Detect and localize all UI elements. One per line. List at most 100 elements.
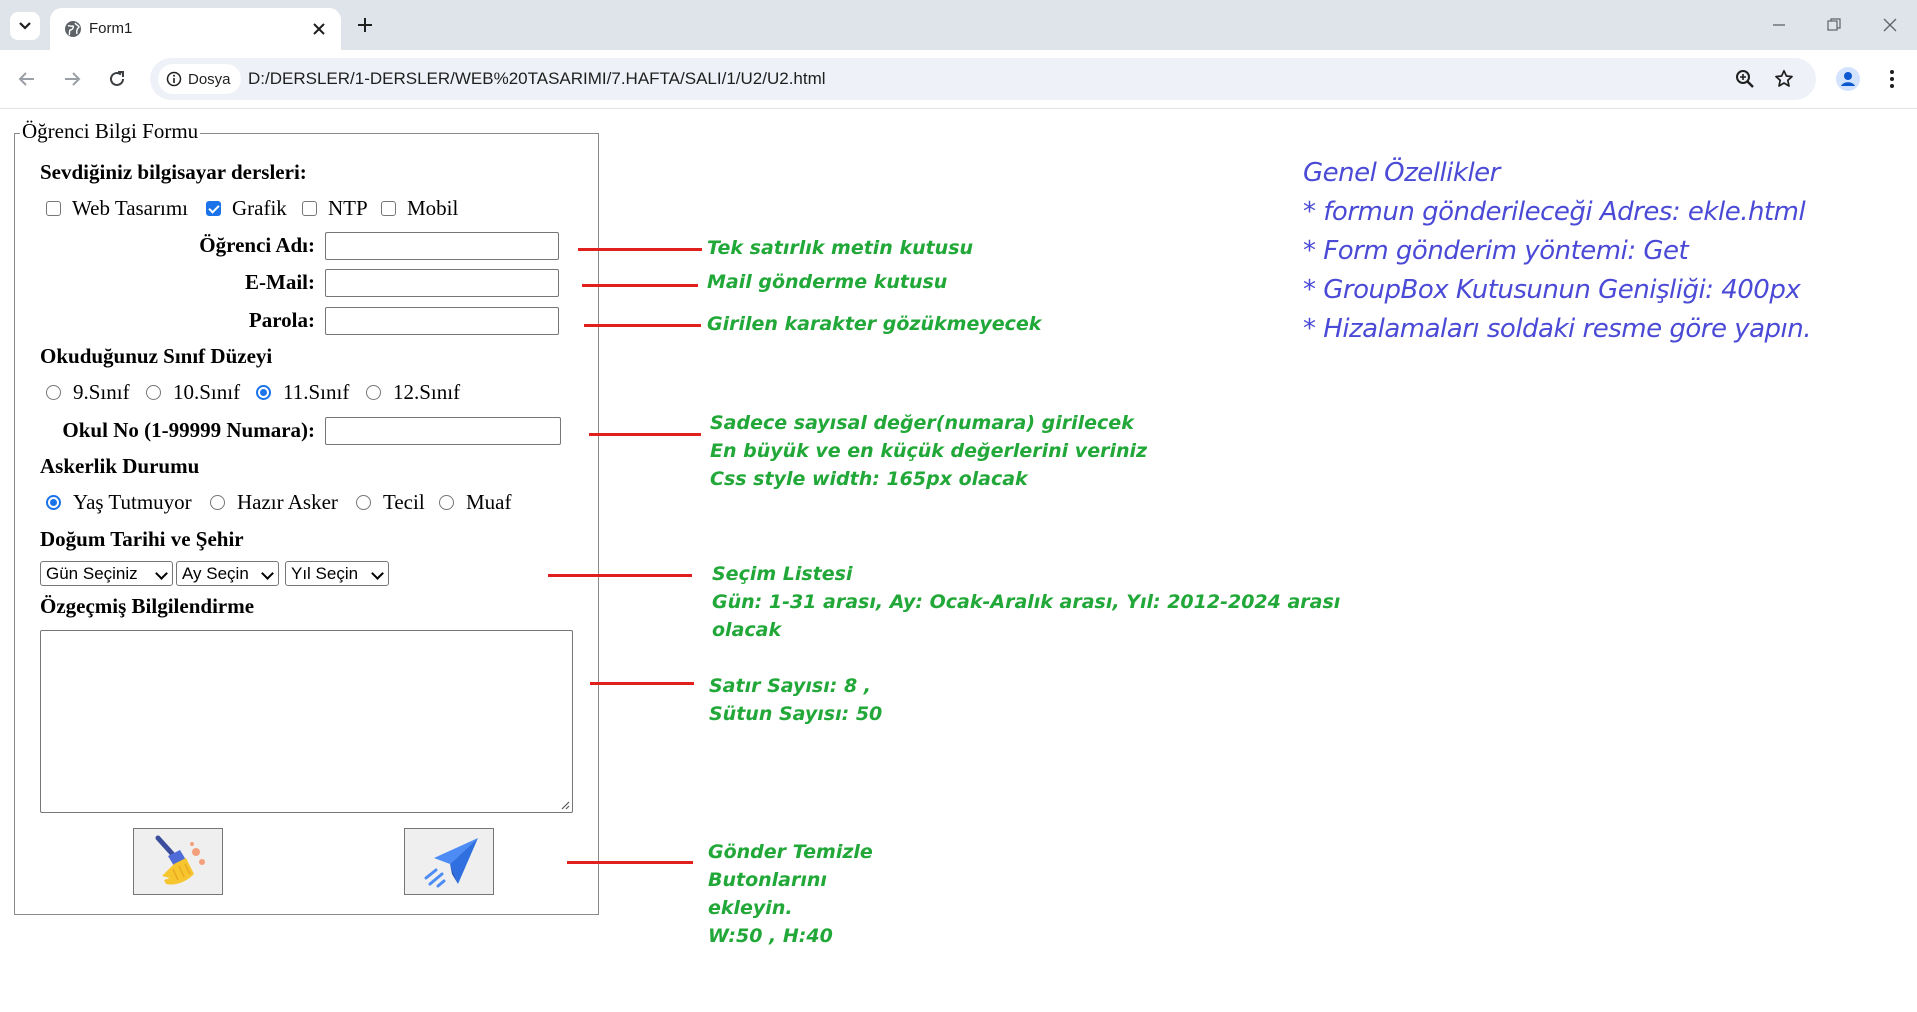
more-vertical-icon (1890, 70, 1894, 88)
checkbox-ntp[interactable] (302, 201, 317, 216)
address-bar[interactable]: Dosya D:/DERSLER/1-DERSLER/WEB%20TASARIM… (150, 58, 1816, 100)
tab-title: Form1 (89, 20, 133, 37)
chevron-down-icon (371, 567, 384, 580)
restore-icon (1827, 18, 1841, 31)
tab-strip: Form1 (0, 0, 1917, 50)
radio-label-12-sinif: 12.Sınıf (393, 380, 461, 404)
new-tab-button[interactable] (352, 12, 378, 38)
tab-search-button[interactable] (10, 12, 40, 40)
arrow-left-icon (18, 72, 34, 86)
minimize-button[interactable] (1764, 10, 1794, 40)
restore-button[interactable] (1819, 10, 1849, 40)
password-input[interactable] (325, 307, 559, 335)
close-icon (1883, 18, 1897, 32)
pointer-line-number (589, 433, 701, 436)
close-icon (313, 23, 325, 35)
email-input[interactable] (325, 269, 559, 297)
note-textbox: Tek satırlık metin kutusu (707, 237, 974, 259)
checkbox-label-mobil: Mobil (407, 196, 459, 220)
radio-label-tecil: Tecil (383, 490, 425, 514)
reload-button[interactable] (102, 64, 132, 94)
pointer-line-select (548, 574, 692, 577)
checkbox-label-ntp: NTP (328, 196, 368, 220)
clear-button[interactable] (133, 828, 223, 895)
radio-12-sinif[interactable] (366, 385, 381, 400)
radio-11-sinif[interactable] (256, 385, 271, 400)
site-chip-label: Dosya (188, 70, 231, 88)
note-number-line-2: En büyük ve en küçük değerlerini veriniz (710, 440, 1148, 462)
browser-tab[interactable]: Form1 (50, 8, 341, 50)
general-title: Genel Özellikler (1303, 158, 1500, 188)
school-no-label: Okul No (1-99999 Numara): (62, 418, 315, 442)
radio-hazir-asker[interactable] (210, 495, 225, 510)
student-name-input[interactable] (325, 232, 559, 260)
reload-icon (110, 71, 124, 86)
school-number-input[interactable] (325, 417, 561, 445)
pointer-line-password (584, 324, 701, 327)
month-select[interactable]: Ay Seçin (176, 561, 279, 586)
close-tab-button[interactable] (308, 18, 330, 40)
radio-label-11-sinif: 11.Sınıf (283, 380, 350, 404)
checkbox-grafik[interactable] (206, 201, 221, 216)
note-select-line-1: Seçim Listesi (712, 563, 853, 585)
menu-button[interactable] (1875, 62, 1909, 96)
radio-tecil[interactable] (356, 495, 371, 510)
forward-button[interactable] (57, 64, 87, 94)
arrow-right-icon (65, 72, 81, 86)
general-item-1: * formun gönderileceği Adres: ekle.html (1303, 197, 1806, 227)
chevron-down-icon (261, 567, 274, 580)
chevron-down-icon (19, 22, 31, 30)
resize-grip-icon[interactable] (560, 800, 570, 810)
bio-heading: Özgeçmiş Bilgilendirme (40, 594, 255, 618)
general-item-4: * Hizalamaları soldaki resme göre yapın. (1303, 314, 1812, 344)
radio-10-sinif[interactable] (146, 385, 161, 400)
day-select[interactable]: Gün Seçiniz (40, 561, 173, 586)
email-label: E-Mail: (245, 270, 315, 294)
avatar-icon (1836, 67, 1860, 91)
radio-label-10-sinif: 10.Sınıf (173, 380, 241, 404)
browser-toolbar: Dosya D:/DERSLER/1-DERSLER/WEB%20TASARIM… (0, 50, 1917, 109)
zoom-button[interactable] (1732, 66, 1758, 92)
bookmark-button[interactable] (1771, 66, 1797, 92)
plus-icon (358, 18, 372, 32)
checkbox-web-tasarimi[interactable] (46, 201, 61, 216)
profile-button[interactable] (1831, 62, 1865, 96)
radio-yas-tutmuyor[interactable] (46, 495, 61, 510)
note-number-line-1: Sadece sayısal değer(numara) girilecek (710, 412, 1134, 434)
paper-plane-icon (424, 837, 478, 887)
day-select-value: Gün Seçiniz (46, 563, 138, 583)
radio-muaf[interactable] (439, 495, 454, 510)
note-textarea-line-2: Sütun Sayısı: 50 (709, 703, 883, 725)
submit-button[interactable] (404, 828, 494, 895)
name-label: Öğrenci Adı: (199, 233, 315, 257)
note-textarea-line-1: Satır Sayısı: 8 , (709, 675, 871, 697)
note-number: Sadece sayısal değer(numara) girilecek E… (710, 409, 1147, 493)
note-select-line-2: Gün: 1-31 arası, Ay: Ocak-Aralık arası, … (712, 591, 1341, 613)
note-number-line-3: Css style width: 165px olacak (710, 468, 1028, 490)
bio-textarea[interactable] (40, 630, 573, 813)
courses-heading: Sevdiğiniz bilgisayar dersleri: (40, 160, 307, 184)
form-legend: Öğrenci Bilgi Formu (20, 119, 201, 144)
birth-heading: Doğum Tarihi ve Şehir (40, 527, 244, 551)
url-text[interactable]: D:/DERSLER/1-DERSLER/WEB%20TASARIMI/7.HA… (248, 69, 826, 89)
close-window-button[interactable] (1875, 10, 1905, 40)
radio-9-sinif[interactable] (46, 385, 61, 400)
general-item-3: * GroupBox Kutusunun Genişliği: 400px (1303, 275, 1801, 305)
globe-icon (65, 21, 81, 37)
military-heading: Askerlik Durumu (40, 454, 200, 478)
year-select[interactable]: Yıl Seçin (285, 561, 389, 586)
checkbox-mobil[interactable] (381, 201, 396, 216)
note-mail: Mail gönderme kutusu (707, 271, 948, 293)
back-button[interactable] (12, 64, 42, 94)
note-select-line-3: olacak (712, 619, 782, 641)
minimize-icon (1773, 24, 1785, 26)
year-select-value: Yıl Seçin (291, 563, 359, 583)
site-info-chip[interactable]: Dosya (158, 64, 241, 94)
checkbox-label-web-tasarimi: Web Tasarımı (72, 196, 189, 220)
note-buttons-line-4: W:50 , H:40 (708, 925, 833, 947)
note-buttons-line-3: ekleyin. (708, 897, 793, 919)
month-select-value: Ay Seçin (182, 563, 249, 583)
note-buttons: Gönder Temizle Butonlarını ekleyin. W:50… (708, 838, 873, 950)
note-textarea: Satır Sayısı: 8 , Sütun Sayısı: 50 (709, 672, 882, 728)
note-password: Girilen karakter gözükmeyecek (707, 313, 1042, 335)
